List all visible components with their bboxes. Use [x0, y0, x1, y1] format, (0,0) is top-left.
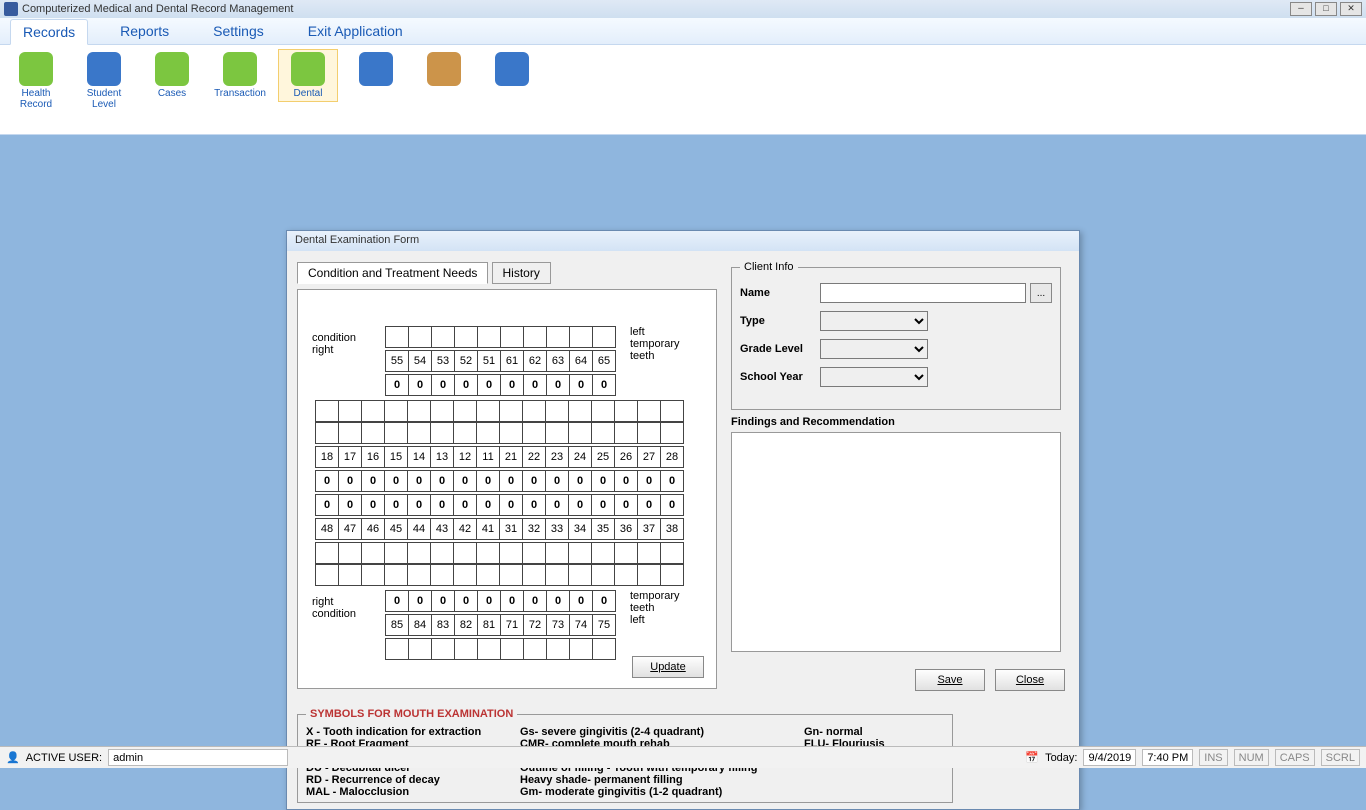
grade-select[interactable]	[820, 339, 928, 359]
name-input[interactable]	[820, 283, 1026, 303]
menu-records[interactable]: Records	[10, 19, 88, 45]
perm-lower-zeros: 0000000000000000	[316, 494, 684, 516]
label-left-temp: left temporary teeth	[630, 326, 680, 362]
ribbon-student-level[interactable]: Student Level	[74, 49, 134, 113]
label-year: School Year	[740, 371, 816, 383]
label-temp-left: temporary teeth left	[630, 590, 680, 626]
ins-indicator: INS	[1199, 749, 1227, 766]
symbol-entry: MAL - Malocclusion	[306, 786, 516, 798]
dental-exam-dialog: Dental Examination Form Condition and Tr…	[286, 230, 1080, 810]
lower-temp-nums: 85848382817172737475	[386, 614, 616, 636]
perm-upper-r2[interactable]	[316, 422, 684, 444]
time-field: 7:40 PM	[1142, 749, 1193, 766]
search-icon	[19, 52, 53, 86]
box-icon	[359, 52, 393, 86]
symbol-entry	[804, 786, 944, 798]
update-button[interactable]: Update	[632, 656, 704, 678]
upper-temp-nums: 55545352516162636465	[386, 350, 616, 372]
status-bar: 👤 ACTIVE USER: admin 📅 Today: 9/4/2019 7…	[0, 746, 1366, 768]
label-type: Type	[740, 315, 816, 327]
browse-name-button[interactable]: ...	[1030, 283, 1052, 303]
symbol-entry: Gs- severe gingivitis (2-4 quadrant)	[520, 726, 800, 738]
upper-temp-zeros: 0000000000	[386, 374, 616, 396]
perm-lower-nums: 48474645444342413132333435363738	[316, 518, 684, 540]
ribbon-dental[interactable]: Dental	[278, 49, 338, 102]
symbol-entry: RD - Recurrence of decay	[306, 774, 516, 786]
caps-indicator: CAPS	[1275, 749, 1315, 766]
today-label: Today:	[1045, 752, 1077, 764]
dialog-title: Dental Examination Form	[287, 231, 1079, 251]
symbol-entry: X - Tooth indication for extraction	[306, 726, 516, 738]
main-menubar: Records Reports Settings Exit Applicatio…	[0, 18, 1366, 45]
perm-upper-zeros: 0000000000000000	[316, 470, 684, 492]
scrl-indicator: SCRL	[1321, 749, 1360, 766]
app-icon	[4, 2, 18, 16]
ribbon-toolbar: Health Record Student Level Cases Transa…	[0, 45, 1366, 135]
perm-upper-nums: 18171615141312112122232425262728	[316, 446, 684, 468]
minimize-button[interactable]: ─	[1290, 2, 1312, 16]
box-icon	[87, 52, 121, 86]
symbol-entry: Gn- normal	[804, 726, 944, 738]
box-icon	[495, 52, 529, 86]
box-icon	[155, 52, 189, 86]
ribbon-transaction[interactable]: Transaction	[210, 49, 270, 102]
save-button[interactable]: Save	[915, 669, 985, 691]
app-title: Computerized Medical and Dental Record M…	[22, 3, 293, 15]
ribbon-extra2[interactable]	[414, 49, 474, 91]
user-icon: 👤	[6, 751, 20, 764]
num-indicator: NUM	[1234, 749, 1269, 766]
label-name: Name	[740, 287, 816, 299]
ribbon-extra3[interactable]	[482, 49, 542, 91]
lower-temp-zeros: 0000000000	[386, 590, 616, 612]
people-icon	[427, 52, 461, 86]
label-condition-right: condition right	[312, 332, 356, 356]
box-icon	[291, 52, 325, 86]
close-window-button[interactable]: ✕	[1340, 2, 1362, 16]
symbol-entry: Gm- moderate gingivitis (1-2 quadrant)	[520, 786, 800, 798]
active-user-label: ACTIVE USER:	[26, 752, 102, 764]
calendar-icon: 📅	[1025, 751, 1039, 764]
findings-textarea[interactable]	[731, 432, 1061, 652]
perm-lower-r1[interactable]	[316, 542, 684, 564]
client-info-group: Client Info Name... Type Grade Level Sch…	[731, 261, 1061, 410]
symbols-legend: SYMBOLS FOR MOUTH EXAMINATION	[306, 708, 517, 720]
ribbon-health-record[interactable]: Health Record	[6, 49, 66, 113]
menu-reports[interactable]: Reports	[108, 19, 181, 43]
box-icon	[223, 52, 257, 86]
label-right-condition: right condition	[312, 596, 356, 620]
teeth-chart-panel: condition right left temporary teeth rig…	[297, 289, 717, 689]
perm-upper-r1[interactable]	[316, 400, 684, 422]
ribbon-extra1[interactable]	[346, 49, 406, 91]
active-user-field: admin	[108, 749, 288, 766]
window-titlebar: Computerized Medical and Dental Record M…	[0, 0, 1366, 18]
menu-settings[interactable]: Settings	[201, 19, 276, 43]
findings-label: Findings and Recommendation	[731, 416, 1061, 428]
close-button[interactable]: Close	[995, 669, 1065, 691]
date-field: 9/4/2019	[1083, 749, 1136, 766]
lower-temp-empty[interactable]	[386, 638, 616, 660]
tab-history[interactable]: History	[492, 262, 551, 284]
symbol-entry: Heavy shade- permanent filling	[520, 774, 800, 786]
perm-lower-r2[interactable]	[316, 564, 684, 586]
year-select[interactable]	[820, 367, 928, 387]
maximize-button[interactable]: □	[1315, 2, 1337, 16]
label-grade: Grade Level	[740, 343, 816, 355]
type-select[interactable]	[820, 311, 928, 331]
upper-temp-empty[interactable]	[386, 326, 616, 348]
menu-exit[interactable]: Exit Application	[296, 19, 415, 43]
symbol-entry	[804, 774, 944, 786]
ribbon-cases[interactable]: Cases	[142, 49, 202, 102]
tab-condition-treatment[interactable]: Condition and Treatment Needs	[297, 262, 488, 284]
client-info-legend: Client Info	[740, 261, 798, 273]
